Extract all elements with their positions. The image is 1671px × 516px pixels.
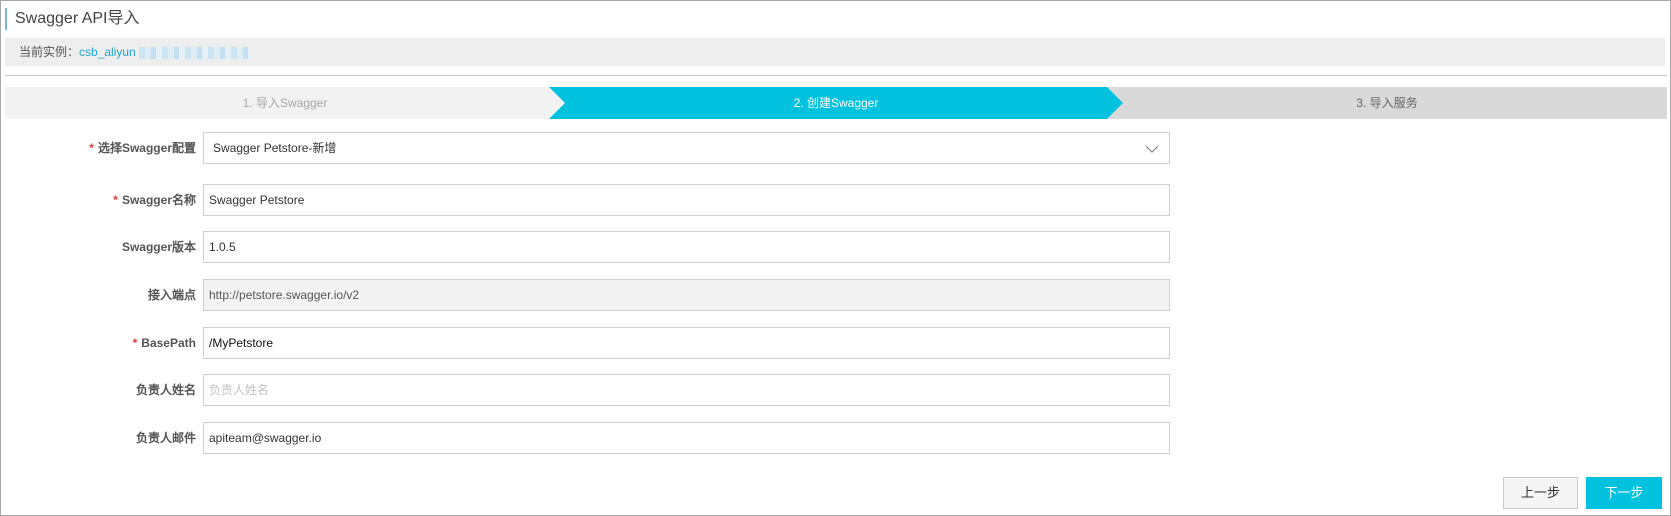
endpoint-input [203,279,1170,311]
next-step-button[interactable]: 下一步 [1586,477,1662,509]
swagger-config-select[interactable]: Swagger Petstore-新增 [203,132,1170,164]
chevron-down-icon [1145,145,1159,153]
step-progress: 1. 导入Swagger 3. 导入服务 2. 创建Swagger [5,87,1667,119]
base-path-label: * BasePath [132,336,196,350]
form-row-endpoint: 接入端点 [1,279,1181,311]
owner-name-input[interactable] [203,374,1170,406]
step-create-swagger: 2. 创建Swagger [549,87,1123,119]
step-label: 1. 导入Swagger [242,96,328,110]
form-row-swagger-name: * Swagger名称 [1,184,1181,216]
form-row-owner-email: 负责人邮件 [1,422,1181,454]
swagger-config-selected: Swagger Petstore-新增 [213,141,337,155]
divider [5,75,1667,76]
base-path-input[interactable] [203,327,1170,359]
swagger-version-input[interactable] [203,231,1170,263]
endpoint-label: 接入端点 [147,288,196,302]
required-mark: * [113,193,118,207]
swagger-version-label: Swagger版本 [121,240,196,254]
form-row-swagger-config: * 选择Swagger配置 Swagger Petstore-新增 [1,132,1181,164]
swagger-config-label: * 选择Swagger配置 [89,141,196,155]
page-title: Swagger API导入 [5,8,140,30]
step-label: 2. 创建Swagger [793,96,879,110]
page-frame: Swagger API导入 当前实例：csb_aliyun 1. 导入Swagg… [0,0,1671,516]
swagger-name-input[interactable] [203,184,1170,216]
step-import-swagger: 1. 导入Swagger [5,87,565,119]
owner-email-label: 负责人邮件 [135,431,196,445]
step-import-service: 3. 导入服务 [1107,87,1667,119]
instance-bar: 当前实例：csb_aliyun [5,38,1665,66]
step-label: 3. 导入服务 [1356,96,1418,110]
required-mark: * [132,336,138,350]
page-title-text: Swagger API导入 [15,10,140,27]
owner-name-label: 负责人姓名 [135,383,196,397]
swagger-name-label: * Swagger名称 [113,193,196,207]
instance-id-redacted [138,46,251,59]
form-row-swagger-version: Swagger版本 [1,231,1181,263]
form-row-owner-name: 负责人姓名 [1,374,1181,406]
previous-step-button[interactable]: 上一步 [1503,477,1578,509]
instance-value: csb_aliyun [79,45,136,59]
instance-label: 当前实例： [19,45,80,59]
owner-email-input[interactable] [203,422,1170,454]
form-row-base-path: * BasePath [1,327,1181,359]
required-mark: * [89,141,94,155]
